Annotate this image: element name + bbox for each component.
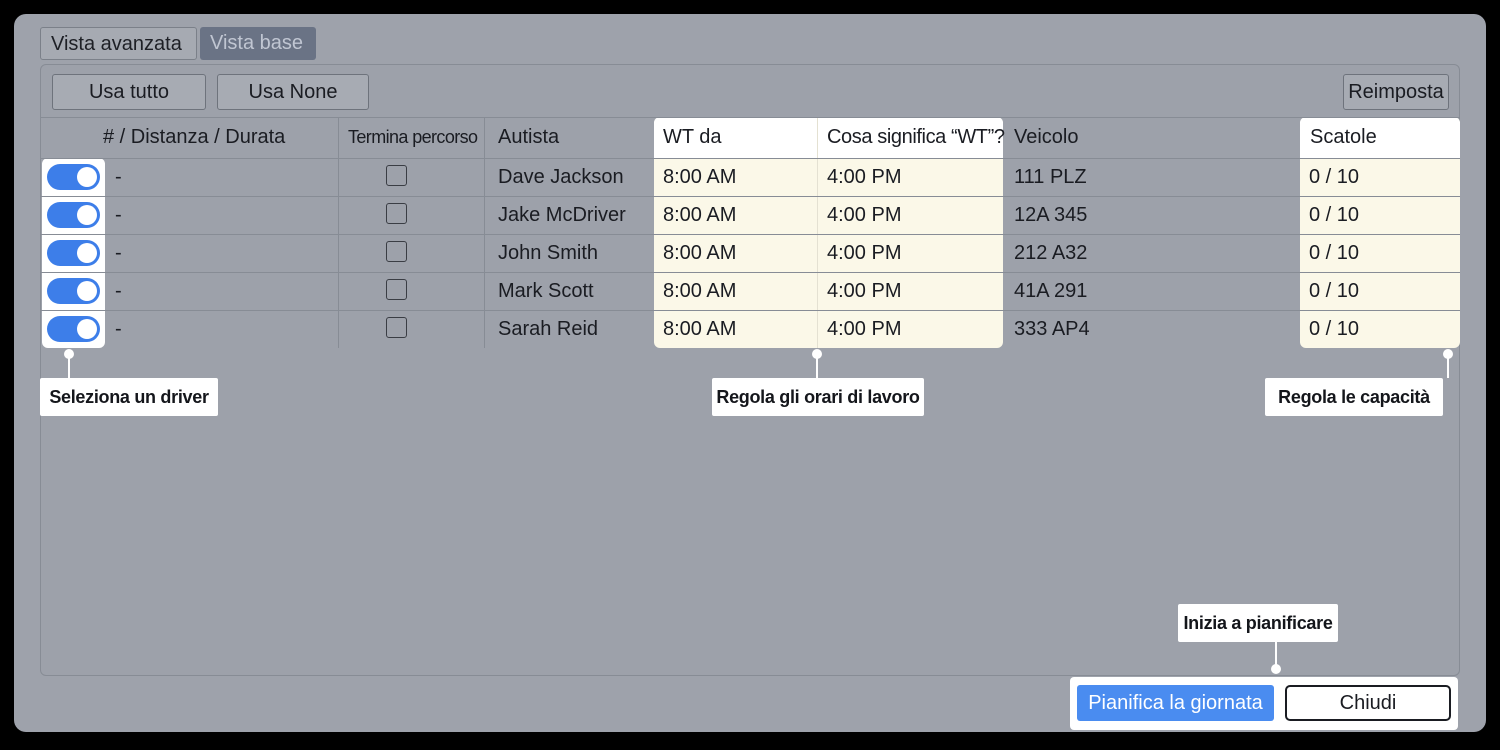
driver-toggle[interactable] bbox=[47, 278, 100, 304]
end-route-checkbox[interactable] bbox=[386, 203, 407, 224]
driver-toggle[interactable] bbox=[47, 316, 100, 342]
boxes-cell[interactable]: 0 / 10 bbox=[1309, 272, 1359, 310]
callout-select-driver: Seleziona un driver bbox=[40, 378, 218, 416]
distance-cell: - bbox=[115, 280, 122, 302]
callout-stem bbox=[816, 354, 818, 378]
toggle-knob bbox=[77, 205, 97, 225]
row-divider bbox=[40, 310, 1460, 311]
header-distance[interactable]: # / Distanza / Durata bbox=[103, 117, 285, 158]
reset-button[interactable]: Reimposta bbox=[1343, 74, 1449, 110]
tab-basic-view[interactable]: Vista base bbox=[200, 27, 316, 60]
vehicle-cell: 12A 345 bbox=[1014, 204, 1088, 226]
driver-name: Jake McDriver bbox=[498, 204, 626, 226]
toggle-knob bbox=[77, 281, 97, 301]
wt-to-cell[interactable]: 4:00 PM bbox=[827, 234, 901, 272]
callout-stem bbox=[68, 354, 70, 378]
end-route-checkbox[interactable] bbox=[386, 165, 407, 186]
header-vehicle[interactable]: Veicolo bbox=[1014, 117, 1079, 158]
close-button[interactable]: Chiudi bbox=[1285, 685, 1451, 721]
work-time-divider bbox=[817, 117, 818, 348]
callout-stem bbox=[1447, 354, 1449, 378]
row-divider bbox=[40, 272, 1460, 273]
header-wt-from[interactable]: WT da bbox=[663, 117, 722, 158]
row-divider bbox=[40, 196, 1460, 197]
vehicle-cell: 212 A32 bbox=[1014, 242, 1088, 264]
wt-from-cell[interactable]: 8:00 AM bbox=[663, 234, 736, 272]
header-boxes[interactable]: Scatole bbox=[1310, 117, 1377, 158]
wt-to-cell[interactable]: 4:00 PM bbox=[827, 310, 901, 348]
end-route-checkbox[interactable] bbox=[386, 241, 407, 262]
callout-start-planning: Inizia a pianificare bbox=[1178, 604, 1338, 642]
header-driver[interactable]: Autista bbox=[498, 117, 559, 158]
plan-day-button[interactable]: Pianifica la giornata bbox=[1077, 685, 1274, 721]
driver-name: Sarah Reid bbox=[498, 318, 599, 340]
wt-from-cell[interactable]: 8:00 AM bbox=[663, 272, 736, 310]
wt-from-cell[interactable]: 8:00 AM bbox=[663, 196, 736, 234]
callout-work-hours: Regola gli orari di lavoro bbox=[712, 378, 924, 416]
boxes-cell[interactable]: 0 / 10 bbox=[1309, 196, 1359, 234]
vehicle-cell: 333 AP4 bbox=[1014, 318, 1090, 340]
tab-advanced-view[interactable]: Vista avanzata bbox=[40, 27, 197, 60]
distance-cell: - bbox=[115, 318, 122, 340]
wt-to-cell[interactable]: 4:00 PM bbox=[827, 272, 901, 310]
callout-anchor-dot bbox=[1271, 664, 1281, 674]
driver-name: Mark Scott bbox=[498, 280, 594, 302]
driver-toggle[interactable] bbox=[47, 164, 100, 190]
row-divider bbox=[40, 234, 1460, 235]
wt-from-cell[interactable]: 8:00 AM bbox=[663, 158, 736, 196]
driver-toggle[interactable] bbox=[47, 240, 100, 266]
column-divider bbox=[338, 117, 339, 348]
toggle-knob bbox=[77, 319, 97, 339]
boxes-cell[interactable]: 0 / 10 bbox=[1309, 234, 1359, 272]
wt-from-cell[interactable]: 8:00 AM bbox=[663, 310, 736, 348]
vehicle-cell: 41A 291 bbox=[1014, 280, 1088, 302]
driver-toggle[interactable] bbox=[47, 202, 100, 228]
distance-cell: - bbox=[115, 242, 122, 264]
boxes-cell[interactable]: 0 / 10 bbox=[1309, 158, 1359, 196]
callout-capacity: Regola le capacità bbox=[1265, 378, 1443, 416]
use-none-button[interactable]: Usa None bbox=[217, 74, 369, 110]
toggle-knob bbox=[77, 243, 97, 263]
column-divider bbox=[484, 117, 485, 348]
header-end-route[interactable]: Termina percorso bbox=[348, 117, 478, 158]
end-route-checkbox[interactable] bbox=[386, 279, 407, 300]
wt-to-cell[interactable]: 4:00 PM bbox=[827, 158, 901, 196]
row-divider bbox=[40, 158, 1460, 159]
vehicle-cell: 111 PLZ bbox=[1014, 166, 1087, 188]
boxes-cell[interactable]: 0 / 10 bbox=[1309, 310, 1359, 348]
driver-name: John Smith bbox=[498, 242, 599, 264]
driver-name: Dave Jackson bbox=[498, 166, 624, 188]
distance-cell: - bbox=[115, 166, 122, 188]
header-wt-meaning[interactable]: Cosa significa “WT”? bbox=[827, 117, 1005, 158]
toggle-knob bbox=[77, 167, 97, 187]
distance-cell: - bbox=[115, 204, 122, 226]
wt-to-cell[interactable]: 4:00 PM bbox=[827, 196, 901, 234]
end-route-checkbox[interactable] bbox=[386, 317, 407, 338]
use-all-button[interactable]: Usa tutto bbox=[52, 74, 206, 110]
